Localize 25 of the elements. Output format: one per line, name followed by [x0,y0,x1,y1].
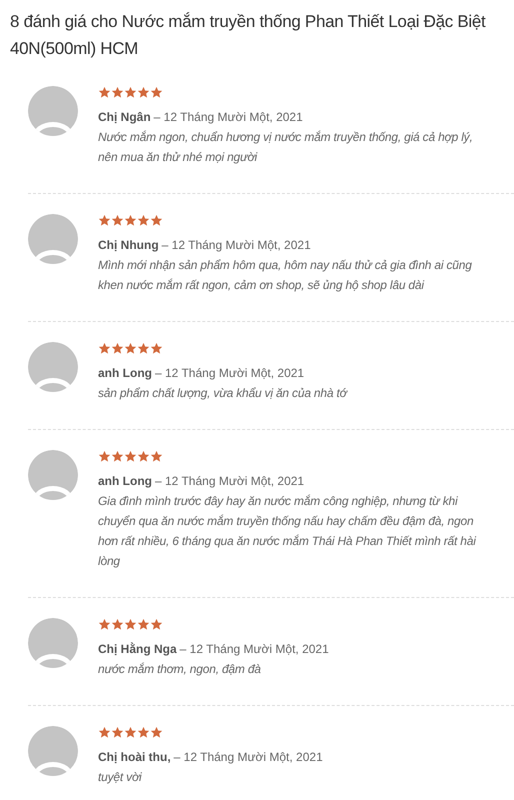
avatar-icon [28,342,78,392]
review-date: – 12 Tháng Mười Một, 2021 [155,366,304,380]
avatar-icon [28,86,78,136]
review-text: tuyệt vời [98,769,143,786]
review-text: nước mắm thơm, ngon, đậm đà [98,661,262,678]
review-text: Mình mới nhận sản phẩm hôm qua, hôm nay nấu thử cả gia đình ai cũng khen nước mắm rất ngon, cảm ơn shop, sẽ ủng hộ shop lâu dài [98,257,473,294]
avatar-icon [28,214,78,264]
review-author: Chị hoài thu, [98,750,171,764]
review-date: – 12 Tháng Mười Một, 2021 [154,110,303,124]
review-author: Chị Hằng Nga [98,642,177,656]
avatar-icon [28,618,78,668]
review-text: sản phẩm chất lượng, vừa khẩu vị ăn của nhà tớ [98,385,349,402]
review-author: Chị Nhung [98,238,159,252]
review-date: – 12 Tháng Mười Một, 2021 [155,474,304,488]
avatar-icon [28,450,78,500]
review-date: – 12 Tháng Mười Một, 2021 [174,750,323,764]
review-text: Gia đình mình trước đây hay ăn nước mắm công nghiệp, nhưng từ khi chuyển qua ăn nước mắm truyền thống nấu hay chấm đều đậm đà, ngon hơn rất nhiều, 6 tháng qua ăn nước mắm Thái Hà Phan Thiết mình rất hài lòng [98,493,478,570]
reviews-heading: 8 đánh giá cho Nước mắm truyền thống Phan Thiết Loại Đặc Biệt 40N(500ml) HCM [10,11,487,60]
avatar-icon [28,726,78,776]
review-date: – 12 Tháng Mười Một, 2021 [162,238,311,252]
review-date: – 12 Tháng Mười Một, 2021 [180,642,329,656]
review-text: Nước mắm ngon, chuẩn hương vị nước mắm truyền thống, giá cả hợp lý, nên mua ăn thử nhé mọi người [98,129,474,166]
review-author: anh Long [98,366,152,380]
review-author: anh Long [98,474,152,488]
review-author: Chị Ngân [98,110,151,124]
